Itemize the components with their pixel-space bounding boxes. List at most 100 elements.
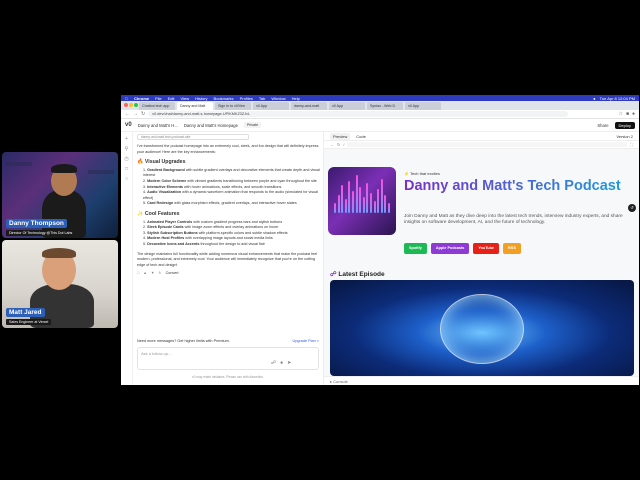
menu-item[interactable]: Window	[271, 96, 285, 101]
waveform-bar	[384, 195, 387, 213]
share-button[interactable]: Share	[597, 123, 608, 128]
platform-button-rss[interactable]: RSS	[503, 243, 521, 254]
browser-tab[interactable]: v0 App	[405, 102, 441, 110]
preview-url-field[interactable]	[347, 142, 628, 147]
extensions-icon[interactable]: ■	[626, 111, 629, 117]
waveform-bar	[362, 197, 365, 213]
feature-text: with overlapping image layouts and socia…	[185, 236, 273, 241]
menu-item[interactable]: Profiles	[240, 96, 253, 101]
minimize-window-icon[interactable]	[129, 103, 133, 107]
feature-list-item: 4. Audio Visualization with a dynamic wa…	[137, 190, 321, 201]
profile-icon[interactable]: ●	[632, 111, 635, 117]
episode-banner-image[interactable]	[330, 280, 634, 376]
feature-title: Animated Player Controls	[147, 219, 193, 224]
screen: Danny Thompson Director Of Technology @T…	[0, 0, 640, 480]
podcast-artwork	[328, 167, 396, 235]
attach-icon[interactable]: ☍	[271, 360, 276, 366]
feature-text: with image zoom effects and overlay anim…	[184, 225, 279, 230]
tab-code[interactable]: Code	[356, 134, 366, 139]
browser-tab[interactable]: v0 App	[253, 102, 289, 110]
browser-tab-active[interactable]: Danny and Matt	[177, 102, 213, 110]
menu-item[interactable]: Chrome	[134, 96, 149, 101]
apple-icon[interactable]: 	[125, 96, 128, 101]
fullscreen-icon[interactable]: ⛶	[630, 142, 633, 147]
chat-input[interactable]: Ask a follow-up...	[137, 347, 319, 370]
menu-item[interactable]: Edit	[168, 96, 175, 101]
hero-description: Join Danny and Matt as they dive deep in…	[404, 214, 623, 226]
platform-button-apple-podcasts[interactable]: Apple Podcasts	[430, 243, 470, 254]
shelf-decor	[88, 170, 114, 174]
waveform-bar	[377, 189, 380, 213]
menu-item[interactable]: History	[195, 96, 207, 101]
menu-item[interactable]: Bookmarks	[214, 96, 234, 101]
address-bar[interactable]: v0.dev/chat/danny-and-matt-s-homepage-UP…	[148, 111, 569, 117]
hero-title: Danny and Matt's Tech Podcast	[404, 178, 634, 194]
folder-icon[interactable]: □	[124, 166, 130, 172]
history-icon[interactable]: ◷	[124, 156, 130, 162]
version-selector[interactable]: Version 2	[616, 134, 633, 139]
participant-hair	[51, 164, 77, 173]
preview-back-icon[interactable]: ←	[330, 142, 334, 147]
browser-tabbar: Chatbot tech app Danny and Matt Sign in …	[121, 101, 639, 110]
browser-tab[interactable]: Sign in to v0/Ven	[215, 102, 251, 110]
menubar-clock[interactable]: Tue Apr 8 12:04 PM	[600, 96, 635, 101]
tab-preview[interactable]: Preview	[330, 132, 351, 140]
visibility-badge[interactable]: Private	[243, 122, 262, 128]
menu-item[interactable]: Tab	[259, 96, 265, 101]
reload-icon[interactable]: ↻	[141, 111, 145, 117]
feature-text: with glass morphism effects, gradient ov…	[174, 201, 297, 206]
copy-icon[interactable]: □	[137, 271, 139, 277]
waveform-bar	[359, 187, 362, 213]
search-icon[interactable]: ⚲	[124, 146, 130, 152]
chat-outro: The design maintains full functionality …	[137, 251, 318, 267]
feature-title: Interactive Elements	[147, 184, 183, 189]
waveform-bar	[380, 179, 383, 213]
mic-icon[interactable]: ●	[280, 360, 283, 366]
latest-episode-heading: ☍ Latest Episode	[330, 271, 385, 278]
preview-reload-icon[interactable]: ↻	[337, 142, 340, 147]
browser-tab[interactable]: Chatbot tech app	[139, 102, 175, 110]
bookmark-star-icon[interactable]: ☆	[618, 111, 622, 117]
chat-intro: I've transformed the podcast homepage in…	[137, 144, 319, 154]
v0-logo-icon[interactable]: v0	[125, 122, 132, 128]
video-tile-matt: Matt Jared Sales Engineer at Vercel	[2, 240, 118, 328]
list-number: 4.	[143, 190, 147, 195]
new-chat-icon[interactable]: +	[124, 136, 130, 142]
zoom-window-icon[interactable]	[134, 103, 138, 107]
waveform-bar	[355, 175, 358, 213]
menu-item[interactable]: Help	[292, 96, 300, 101]
list-number: 1.	[143, 219, 147, 224]
version-chip[interactable]: danny-and-matt-tech-podcast-site	[137, 134, 249, 140]
thumbs-up-icon[interactable]: ▲	[143, 271, 147, 277]
participant-role: Sales Engineer at Vercel	[6, 319, 52, 325]
menu-item[interactable]: File	[155, 96, 161, 101]
waveform-bar	[388, 203, 390, 213]
send-icon[interactable]: ➤	[287, 360, 291, 366]
floating-action-button[interactable]: ↺	[628, 204, 636, 212]
forward-icon[interactable]: →	[133, 111, 138, 117]
wifi-icon[interactable]: ●	[593, 96, 595, 101]
browser-tab[interactable]: danny-and-matt	[291, 102, 327, 110]
platform-button-spotify[interactable]: Spotify	[404, 243, 427, 254]
upgrade-plan-button[interactable]: Upgrade Plan ×	[293, 339, 320, 346]
close-window-icon[interactable]	[124, 103, 128, 107]
browser-tab[interactable]: v0 App	[329, 102, 365, 110]
feature-text: with vibrant gradients transitioning bet…	[187, 178, 317, 183]
project-selector[interactable]: Danny and Matt's H...	[138, 123, 178, 128]
convert-button[interactable]: Convert	[166, 271, 179, 277]
preview-path[interactable]: /	[343, 142, 344, 147]
list-number: 2.	[143, 225, 147, 230]
deploy-button[interactable]: Deploy	[614, 121, 635, 129]
chat-title[interactable]: Danny and Matt's Homepage	[184, 123, 238, 128]
feature-text: throughout the design to add visual flai…	[200, 241, 265, 246]
chat-transcript: danny-and-matt-tech-podcast-site I've tr…	[137, 132, 321, 337]
browser-tab[interactable]: Syntax - Web D	[367, 102, 403, 110]
platform-button-youtube[interactable]: YouTube	[473, 243, 500, 254]
thumbs-down-icon[interactable]: ▼	[151, 271, 155, 277]
chat-panel: + ⚲ ◷ □ ○ danny-and-matt-tech-podcast-si…	[121, 132, 324, 385]
retry-icon[interactable]: ↻	[159, 271, 162, 277]
community-icon[interactable]: ○	[124, 176, 130, 182]
back-icon[interactable]: ←	[125, 111, 130, 117]
menu-item[interactable]: View	[180, 96, 189, 101]
console-toggle[interactable]: ▸ Console	[324, 376, 639, 385]
